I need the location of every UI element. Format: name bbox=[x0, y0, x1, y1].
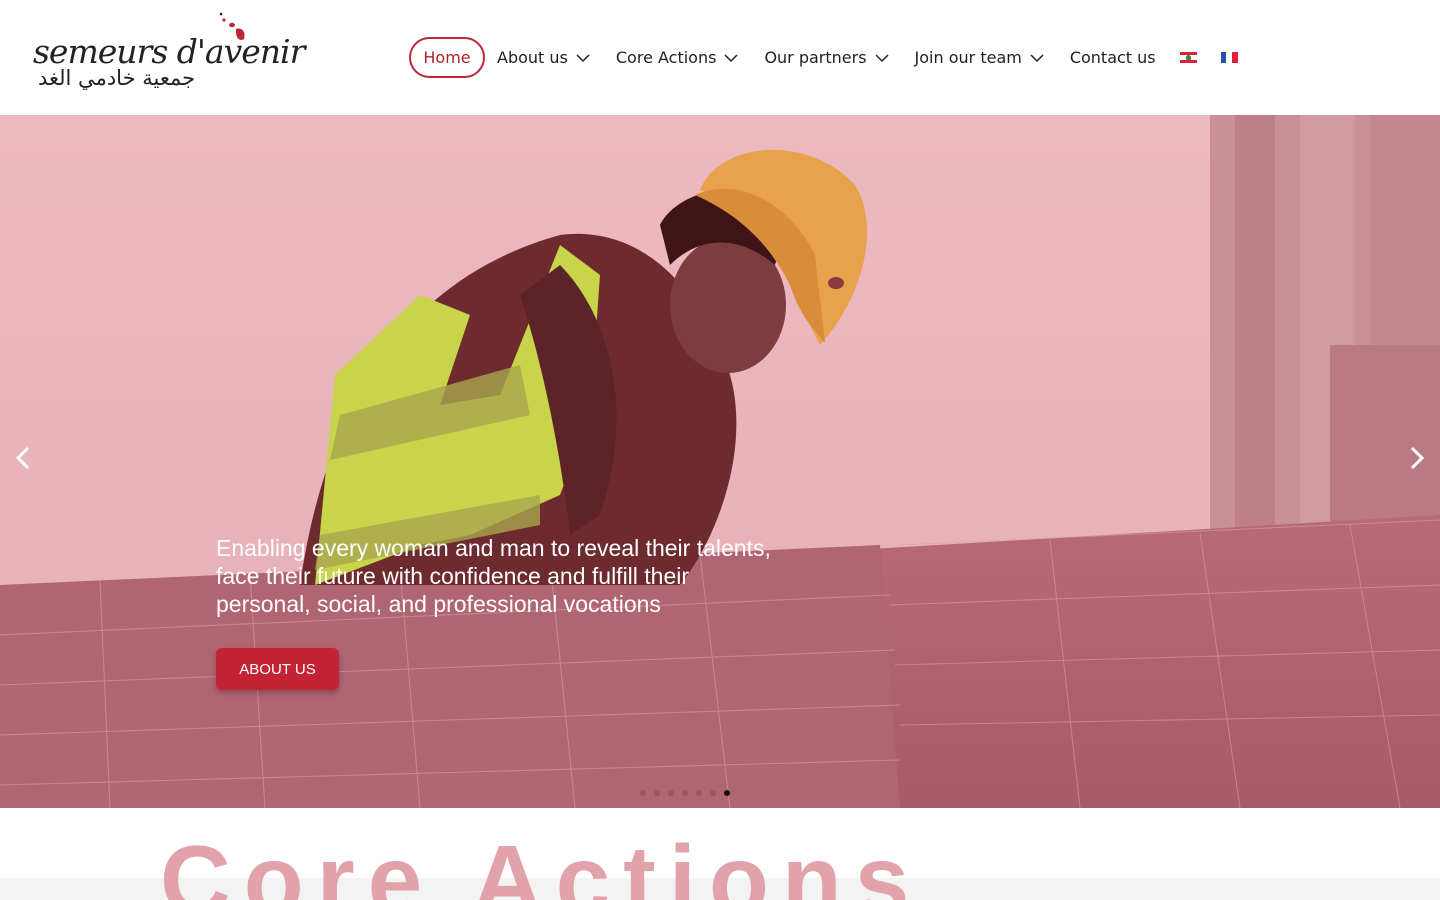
hero-tagline: Enabling every woman and man to reveal t… bbox=[216, 535, 771, 617]
chevron-down-icon bbox=[875, 53, 889, 62]
slider-next-arrow-icon[interactable] bbox=[1402, 438, 1432, 478]
nav-item-label: About us bbox=[497, 48, 568, 67]
slider-dot[interactable] bbox=[710, 790, 716, 796]
about-us-button[interactable]: ABOUT US bbox=[216, 648, 339, 690]
nav-item-label: Core Actions bbox=[615, 48, 717, 67]
slider-dots bbox=[640, 790, 730, 796]
slider-dot[interactable] bbox=[724, 790, 730, 796]
site-header: semeurs d'avenir جمعية خادمي الغد Home A… bbox=[0, 0, 1440, 115]
nav-item-home[interactable]: Home bbox=[409, 37, 485, 78]
chevron-down-icon bbox=[576, 53, 590, 62]
nav-item-about-us[interactable]: About us bbox=[497, 37, 591, 78]
nav-item-label: Our partners bbox=[764, 48, 867, 67]
france-flag-icon[interactable] bbox=[1220, 52, 1238, 63]
nav-item-label: Join our team bbox=[914, 48, 1022, 67]
hero-background-image bbox=[0, 115, 1440, 808]
slider-dot[interactable] bbox=[640, 790, 646, 796]
slider-prev-arrow-icon[interactable] bbox=[8, 438, 38, 478]
slider-dot[interactable] bbox=[682, 790, 688, 796]
hero-slider bbox=[0, 115, 1440, 808]
nav-item-label: Home bbox=[423, 48, 471, 67]
slider-dot[interactable] bbox=[668, 790, 674, 796]
nav-item-contact-us[interactable]: Contact us bbox=[1070, 37, 1156, 78]
nav-item-our-partners[interactable]: Our partners bbox=[764, 37, 889, 78]
section-title: Core Actions bbox=[160, 825, 923, 900]
nav-item-join-our-team[interactable]: Join our team bbox=[915, 37, 1045, 78]
chevron-down-icon bbox=[724, 53, 738, 62]
main-navigation: Home About us Core Actions Our partners … bbox=[409, 37, 1238, 78]
chevron-down-icon bbox=[1030, 53, 1044, 62]
nav-item-core-actions[interactable]: Core Actions bbox=[616, 37, 740, 78]
slider-dot[interactable] bbox=[696, 790, 702, 796]
logo-arabic-text: جمعية خادمي الغد bbox=[38, 66, 196, 90]
site-logo[interactable]: semeurs d'avenir جمعية خادمي الغد bbox=[30, 12, 305, 98]
slider-dot[interactable] bbox=[654, 790, 660, 796]
nav-item-label: Contact us bbox=[1069, 48, 1156, 67]
lebanon-flag-icon[interactable] bbox=[1179, 52, 1197, 63]
